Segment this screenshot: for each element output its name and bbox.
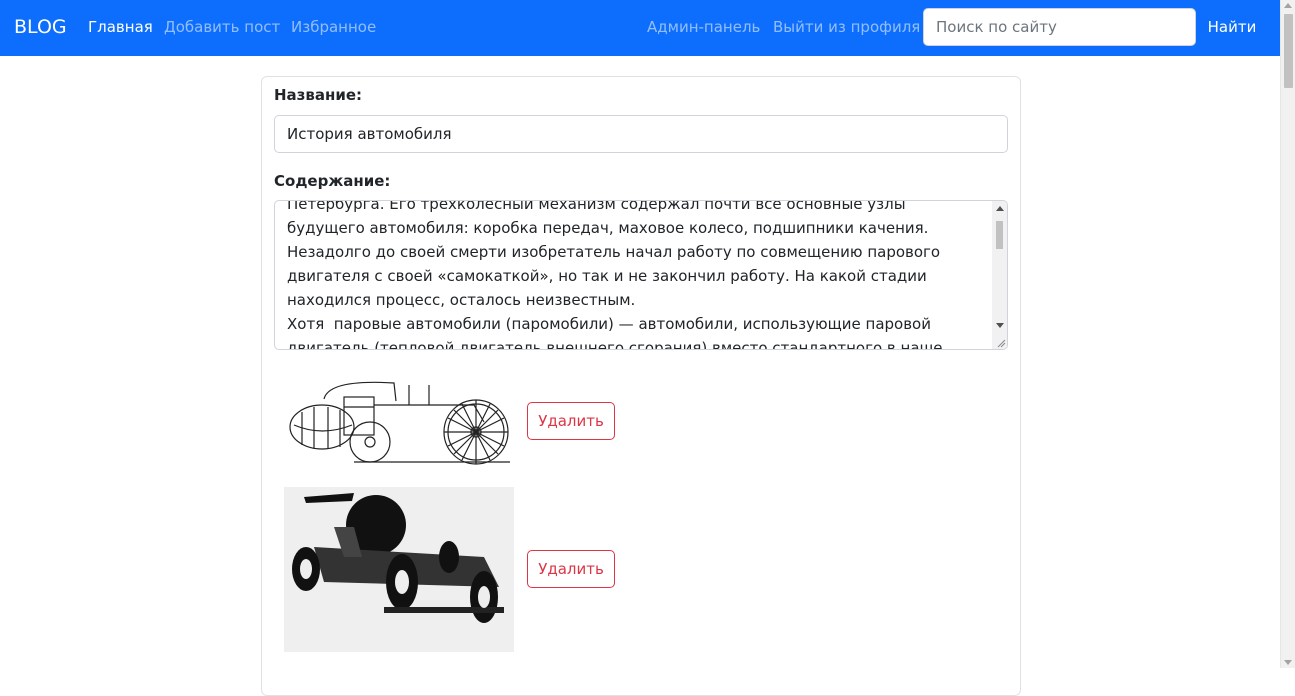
nav-link-add-post[interactable]: Добавить пост [164,18,280,36]
textarea-scroll-down-icon[interactable] [996,323,1004,328]
content-textarea[interactable]: Петербурга. Его трехколесный механизм со… [274,200,1008,350]
edit-post-card: Название: Содержание: Петербурга. Его тр… [261,76,1021,696]
top-navbar: BLOG Главная Добавить пост Избранное Адм… [0,0,1280,56]
steam-carriage-photo-icon [284,487,514,652]
post-image-1 [284,377,512,467]
content-text: Петербурга. Его трехколесный механизм со… [287,200,943,350]
nav-link-admin-panel[interactable]: Админ-панель [647,18,760,36]
page-scrollbar[interactable] [1280,0,1295,668]
textarea-scroll-up-icon[interactable] [996,206,1004,211]
scroll-thumb[interactable] [1284,14,1293,88]
title-label: Название: [274,86,363,104]
textarea-scroll-thumb[interactable] [996,221,1003,249]
textarea-scrollbar[interactable] [992,201,1007,349]
nav-link-logout[interactable]: Выйти из профиля [773,18,920,36]
nav-link-favorites[interactable]: Избранное [291,18,376,36]
delete-image-1-button[interactable]: Удалить [527,402,615,440]
delete-image-2-button[interactable]: Удалить [527,550,615,588]
scroll-down-arrow-icon[interactable] [1284,660,1292,665]
resize-handle-icon[interactable] [996,338,1006,348]
steam-car-drawing-icon [289,381,510,465]
brand-logo[interactable]: BLOG [14,16,67,38]
content-label: Содержание: [274,172,391,190]
nav-link-home[interactable]: Главная [88,18,153,36]
title-input[interactable] [274,115,1008,153]
post-image-2 [284,487,514,652]
scroll-up-arrow-icon[interactable] [1284,3,1292,8]
search-input[interactable] [923,8,1196,46]
search-button[interactable]: Найти [1198,8,1266,46]
